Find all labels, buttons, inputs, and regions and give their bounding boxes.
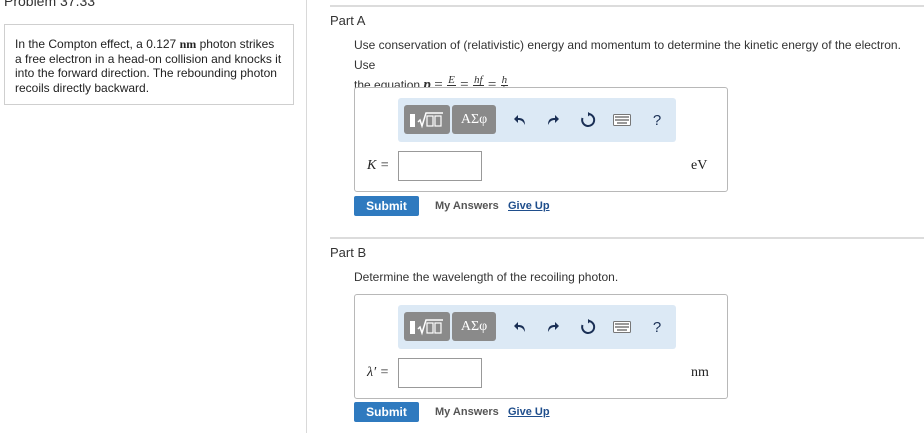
part-b-unit: nm xyxy=(691,365,709,380)
redo-button[interactable] xyxy=(543,110,563,130)
reset-button[interactable] xyxy=(578,110,598,130)
part-b-divider xyxy=(330,237,924,239)
undo-button[interactable] xyxy=(510,317,530,337)
undo-icon xyxy=(514,115,525,125)
help-button[interactable]: ? xyxy=(647,110,667,130)
problem-panel: Problem 37.33 In the Compton effect, a 0… xyxy=(0,0,307,433)
part-b-math-toolbar: ΑΣφ ? xyxy=(398,305,676,349)
part-a-question-line1: Use conservation of (relativistic) energ… xyxy=(354,38,901,72)
part-a-my-answers-link[interactable]: My Answers xyxy=(435,200,499,212)
templates-button[interactable] xyxy=(404,312,450,341)
part-b-my-answers-link[interactable]: My Answers xyxy=(435,406,499,418)
undo-button[interactable] xyxy=(510,110,530,130)
keyboard-icon xyxy=(613,114,631,126)
greek-symbols-button[interactable]: ΑΣφ xyxy=(452,105,496,134)
part-b-submit-button[interactable]: Submit xyxy=(354,402,419,422)
undo-icon xyxy=(514,322,525,332)
problem-title: Problem 37.33 xyxy=(4,0,96,9)
problem-text-part1: In the Compton effect, a 0.127 xyxy=(15,37,180,51)
part-a-unit: eV xyxy=(691,158,708,173)
part-a-submit-button[interactable]: Submit xyxy=(354,196,419,216)
part-a-answer-box: ΑΣφ ? K = eV xyxy=(354,87,728,192)
parts-panel: Part A Use conservation of (relativistic… xyxy=(307,0,924,433)
redo-button[interactable] xyxy=(543,317,563,337)
templates-icon xyxy=(410,318,443,335)
reset-button[interactable] xyxy=(578,317,598,337)
reset-icon xyxy=(581,319,596,334)
problem-statement: In the Compton effect, a 0.127 nm photon… xyxy=(4,24,294,105)
reset-icon xyxy=(581,112,596,127)
part-a-answer-input[interactable] xyxy=(398,151,482,181)
problem-text-unit: nm xyxy=(179,37,197,51)
greek-icon: ΑΣφ xyxy=(460,111,488,127)
help-icon: ? xyxy=(652,111,662,129)
part-a-variable-label: K = xyxy=(367,158,390,173)
part-b-answer-input[interactable] xyxy=(398,358,482,388)
keyboard-button[interactable] xyxy=(612,110,632,130)
help-button[interactable]: ? xyxy=(647,317,667,337)
help-icon: ? xyxy=(652,318,662,336)
part-a-give-up-link[interactable]: Give Up xyxy=(508,200,550,212)
templates-button[interactable] xyxy=(404,105,450,134)
keyboard-button[interactable] xyxy=(612,317,632,337)
keyboard-icon xyxy=(613,321,631,333)
part-b-answer-box: ΑΣφ ? λ′ = nm xyxy=(354,294,728,399)
templates-icon xyxy=(410,111,443,128)
redo-icon xyxy=(548,322,559,332)
greek-symbols-button[interactable]: ΑΣφ xyxy=(452,312,496,341)
part-a-math-toolbar: ΑΣφ ? xyxy=(398,98,676,142)
redo-icon xyxy=(548,115,559,125)
greek-icon: ΑΣφ xyxy=(460,318,488,334)
part-a-divider xyxy=(330,5,924,7)
part-b-variable-label: λ′ = xyxy=(367,365,390,380)
part-b-question: Determine the wavelength of the recoilin… xyxy=(354,270,619,284)
part-b-give-up-link[interactable]: Give Up xyxy=(508,406,550,418)
part-a-title: Part A xyxy=(330,13,366,28)
part-b-title: Part B xyxy=(330,245,367,260)
